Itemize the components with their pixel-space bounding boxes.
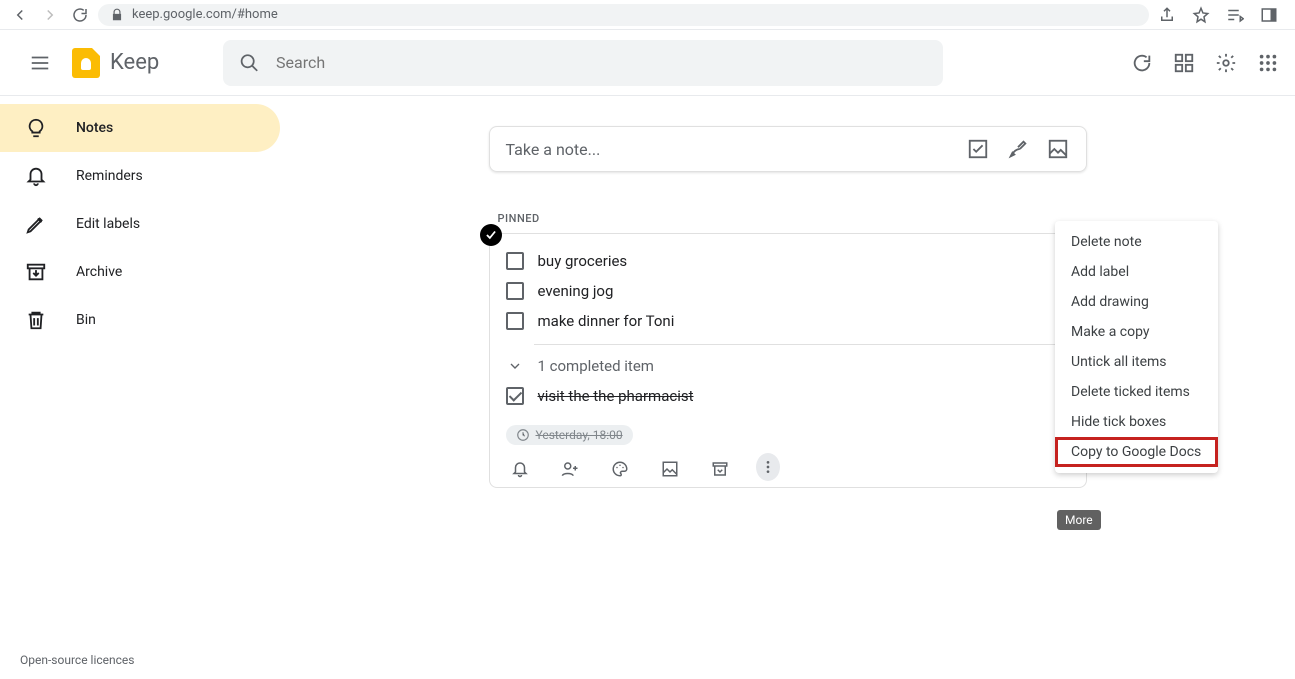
- list-item[interactable]: buy groceries: [506, 246, 1070, 276]
- search-icon: [239, 52, 260, 74]
- search-input[interactable]: [276, 53, 927, 72]
- menu-hide-tick-boxes[interactable]: Hide tick boxes: [1055, 407, 1218, 437]
- bulb-icon: [24, 116, 48, 140]
- collaborator-icon[interactable]: [560, 459, 580, 479]
- menu-copy-to-docs[interactable]: Copy to Google Docs: [1055, 437, 1218, 467]
- bell-icon: [24, 164, 48, 188]
- star-icon[interactable]: [1189, 3, 1213, 27]
- completed-summary: 1 completed item: [538, 357, 654, 375]
- item-text: make dinner for Toni: [538, 312, 675, 330]
- list-item-completed[interactable]: visit the the pharmacist: [506, 381, 1070, 411]
- take-note-bar[interactable]: Take a note...: [489, 126, 1087, 172]
- trash-icon: [24, 308, 48, 332]
- new-image-icon[interactable]: [1046, 137, 1070, 161]
- pinned-label: Pinned: [498, 212, 1096, 225]
- more-tooltip: More: [1057, 510, 1101, 530]
- chevron-down-icon: [506, 358, 524, 374]
- reminder-chip[interactable]: Yesterday, 18:00: [506, 425, 633, 445]
- reload-icon[interactable]: [68, 3, 92, 27]
- sidebar-item-archive[interactable]: Archive: [0, 248, 280, 296]
- select-badge[interactable]: [480, 224, 502, 246]
- more-button[interactable]: [760, 459, 780, 479]
- sidebar-item-label: Notes: [76, 120, 113, 136]
- list-item[interactable]: make dinner for Toni: [506, 306, 1070, 336]
- checkbox-checked-icon[interactable]: [506, 387, 524, 405]
- archive-icon: [24, 260, 48, 284]
- remind-me-icon[interactable]: [510, 459, 530, 479]
- sidebar-item-label: Bin: [76, 312, 96, 328]
- hamburger-icon[interactable]: [16, 39, 64, 87]
- share-icon[interactable]: [1155, 3, 1179, 27]
- panel-icon[interactable]: [1257, 3, 1281, 27]
- sidebar-item-label: Archive: [76, 264, 122, 280]
- menu-make-copy[interactable]: Make a copy: [1055, 317, 1218, 347]
- pencil-icon: [24, 212, 48, 236]
- app-header: Keep: [0, 30, 1295, 96]
- forward-icon[interactable]: [38, 3, 62, 27]
- browser-bar: keep.google.com/#home: [0, 0, 1295, 30]
- add-image-icon[interactable]: [660, 459, 680, 479]
- sidebar-item-edit-labels[interactable]: Edit labels: [0, 200, 280, 248]
- logo[interactable]: Keep: [72, 48, 159, 78]
- menu-add-drawing[interactable]: Add drawing: [1055, 287, 1218, 317]
- item-text: buy groceries: [538, 252, 628, 270]
- menu-add-label[interactable]: Add label: [1055, 257, 1218, 287]
- sidebar-item-label: Edit labels: [76, 216, 140, 232]
- content: Take a note... Pinned buy groceries even…: [280, 96, 1295, 679]
- checkbox-icon[interactable]: [506, 252, 524, 270]
- palette-icon[interactable]: [610, 459, 630, 479]
- menu-delete-ticked[interactable]: Delete ticked items: [1055, 377, 1218, 407]
- take-note-placeholder: Take a note...: [506, 140, 601, 159]
- grid-view-icon[interactable]: [1173, 52, 1195, 74]
- settings-icon[interactable]: [1215, 52, 1237, 74]
- menu-untick-all[interactable]: Untick all items: [1055, 347, 1218, 377]
- sidebar: Notes Reminders Edit labels Archive Bin: [0, 96, 280, 679]
- apps-icon[interactable]: [1257, 52, 1279, 74]
- sidebar-item-notes[interactable]: Notes: [0, 104, 280, 152]
- back-icon[interactable]: [8, 3, 32, 27]
- item-text: evening jog: [538, 282, 614, 300]
- divider: [534, 344, 1070, 345]
- search-bar[interactable]: [223, 40, 943, 86]
- item-text: visit the the pharmacist: [538, 387, 694, 405]
- archive-note-icon[interactable]: [710, 459, 730, 479]
- new-list-icon[interactable]: [966, 137, 990, 161]
- footer-licences-link[interactable]: Open-source licences: [20, 653, 134, 667]
- refresh-icon[interactable]: [1131, 52, 1153, 74]
- sidebar-item-bin[interactable]: Bin: [0, 296, 280, 344]
- keep-logo-icon: [72, 48, 100, 78]
- note-toolbar: [506, 453, 1070, 479]
- url-bar[interactable]: keep.google.com/#home: [98, 4, 1149, 26]
- url-text: keep.google.com/#home: [132, 7, 278, 22]
- playlist-icon[interactable]: [1223, 3, 1247, 27]
- new-drawing-icon[interactable]: [1006, 137, 1030, 161]
- completed-toggle[interactable]: 1 completed item: [506, 351, 1070, 381]
- chip-text: Yesterday, 18:00: [536, 428, 623, 442]
- checkbox-icon[interactable]: [506, 312, 524, 330]
- menu-delete-note[interactable]: Delete note: [1055, 227, 1218, 257]
- sidebar-item-label: Reminders: [76, 168, 143, 184]
- sidebar-item-reminders[interactable]: Reminders: [0, 152, 280, 200]
- checkbox-icon[interactable]: [506, 282, 524, 300]
- lock-icon: [110, 8, 124, 22]
- clock-icon: [516, 428, 530, 442]
- note-card[interactable]: buy groceries evening jog make dinner fo…: [489, 233, 1087, 488]
- list-item[interactable]: evening jog: [506, 276, 1070, 306]
- context-menu: Delete note Add label Add drawing Make a…: [1055, 221, 1218, 473]
- app-title: Keep: [110, 50, 159, 75]
